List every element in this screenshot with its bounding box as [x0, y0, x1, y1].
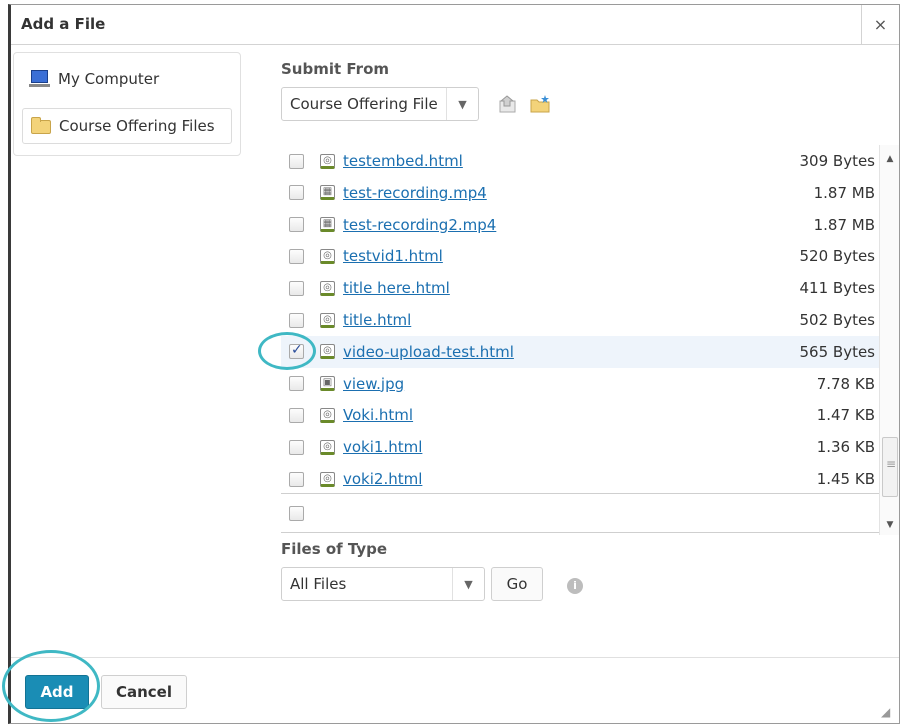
file-name-link[interactable]: video-upload-test.html — [343, 343, 514, 361]
file-size: 309 Bytes — [799, 152, 876, 170]
add-button[interactable]: Add — [25, 675, 89, 709]
file-checkbox[interactable] — [289, 407, 304, 423]
file-checkbox[interactable] — [289, 185, 304, 201]
sidebar-item-label: My Computer — [58, 70, 160, 88]
file-size: 502 Bytes — [799, 311, 876, 329]
file-row: ◎ testembed.html 309 Bytes — [281, 145, 879, 177]
file-name-link[interactable]: testembed.html — [343, 152, 463, 170]
file-size: 1.47 KB — [816, 406, 875, 425]
file-size: 1.87 MB — [813, 215, 875, 234]
file-name-link[interactable]: voki2.html — [343, 470, 422, 488]
submit-from-select[interactable]: Course Offering File ▼ — [281, 87, 479, 121]
file-checkbox[interactable] — [289, 471, 304, 487]
file-checkbox[interactable] — [289, 312, 304, 328]
close-button[interactable]: × — [861, 5, 899, 45]
computer-icon — [29, 70, 52, 88]
web-file-icon: ◎ — [320, 407, 335, 423]
web-file-icon: ◎ — [320, 344, 335, 360]
web-file-icon: ◎ — [320, 248, 335, 264]
new-folder-icon[interactable] — [529, 94, 551, 114]
info-icon[interactable]: i — [567, 578, 583, 594]
web-file-icon: ◎ — [320, 153, 335, 169]
chevron-down-icon: ▼ — [446, 88, 478, 120]
web-file-icon: ◎ — [320, 312, 335, 328]
web-file-icon: ◎ — [320, 471, 335, 487]
file-row: ◎ voki2.html 1.45 KB — [281, 463, 879, 495]
web-file-icon: ◎ — [320, 280, 335, 296]
files-of-type-label: Files of Type — [281, 540, 388, 558]
image-file-icon: ▣ — [320, 376, 335, 392]
submit-from-label: Submit From — [281, 60, 390, 78]
go-button[interactable]: Go — [491, 567, 543, 601]
move-up-folder-icon[interactable] — [499, 94, 521, 114]
file-checkbox[interactable] — [289, 342, 304, 360]
scroll-down-icon[interactable]: ▼ — [880, 515, 900, 535]
resize-handle-icon[interactable]: ◢ — [881, 705, 893, 719]
web-file-icon: ◎ — [320, 439, 335, 455]
file-size: 565 Bytes — [799, 342, 876, 361]
file-row: ▦ test-recording.mp4 1.87 MB — [281, 177, 879, 209]
file-size: 1.45 KB — [816, 470, 875, 488]
file-name-link[interactable]: Voki.html — [343, 406, 413, 424]
folder-icon — [31, 117, 53, 135]
file-row: ◎ title.html 502 Bytes — [281, 304, 879, 336]
sidebar-item-course-offering-files[interactable]: Course Offering Files — [22, 108, 232, 144]
scroll-up-icon[interactable]: ▲ — [880, 149, 900, 169]
sidebar-item-my-computer[interactable]: My Computer — [22, 61, 232, 97]
file-checkbox[interactable] — [289, 248, 304, 264]
file-size: 1.87 MB — [813, 183, 875, 202]
file-checkbox[interactable] — [289, 153, 304, 169]
file-checkbox[interactable] — [289, 217, 304, 233]
file-list: ◎ testembed.html 309 Bytes ▦ test-recording.… — [281, 145, 879, 493]
file-checkbox[interactable] — [289, 376, 304, 392]
file-row: ◎ voki1.html 1.36 KB — [281, 431, 879, 463]
select-all-row — [281, 493, 879, 533]
file-row: ◎ Voki.html 1.47 KB — [281, 399, 879, 431]
video-file-icon: ▦ — [320, 185, 335, 201]
add-file-dialog: Add a File × My Computer Course Offering… — [8, 4, 900, 724]
file-name-link[interactable]: voki1.html — [343, 438, 422, 456]
file-size: 520 Bytes — [799, 247, 876, 266]
file-name-link[interactable]: test-recording.mp4 — [343, 184, 487, 202]
file-size: 7.78 KB — [816, 374, 875, 393]
video-file-icon: ▦ — [320, 217, 335, 233]
cancel-button[interactable]: Cancel — [101, 675, 187, 709]
file-row: ▣ view.jpg 7.78 KB — [281, 368, 879, 400]
file-row: ▦ test-recording2.mp4 1.87 MB — [281, 209, 879, 241]
file-list-scrollbar[interactable]: ▲ ▼ — [879, 145, 899, 535]
chevron-down-icon: ▼ — [452, 568, 484, 600]
file-checkbox[interactable] — [289, 280, 304, 296]
select-all-checkbox[interactable] — [289, 505, 304, 521]
file-name-link[interactable]: testvid1.html — [343, 247, 443, 265]
file-size: 1.36 KB — [816, 438, 875, 457]
footer-divider — [11, 657, 899, 658]
files-of-type-select[interactable]: All Files ▼ — [281, 567, 485, 601]
sidebar-item-label: Course Offering Files — [59, 117, 215, 135]
file-checkbox[interactable] — [289, 439, 304, 455]
source-sidebar: My Computer Course Offering Files — [13, 52, 241, 156]
dialog-titlebar: Add a File × — [11, 5, 899, 45]
file-size: 411 Bytes — [799, 279, 876, 298]
file-name-link[interactable]: view.jpg — [343, 375, 404, 393]
file-name-link[interactable]: title here.html — [343, 279, 450, 297]
scrollbar-thumb[interactable] — [882, 437, 898, 497]
file-name-link[interactable]: test-recording2.mp4 — [343, 216, 496, 234]
dialog-title: Add a File — [21, 15, 106, 33]
file-row: ◎ video-upload-test.html 565 Bytes — [281, 335, 879, 368]
file-row: ◎ title here.html 411 Bytes — [281, 272, 879, 304]
file-name-link[interactable]: title.html — [343, 311, 411, 329]
file-row: ◎ testvid1.html 520 Bytes — [281, 240, 879, 272]
